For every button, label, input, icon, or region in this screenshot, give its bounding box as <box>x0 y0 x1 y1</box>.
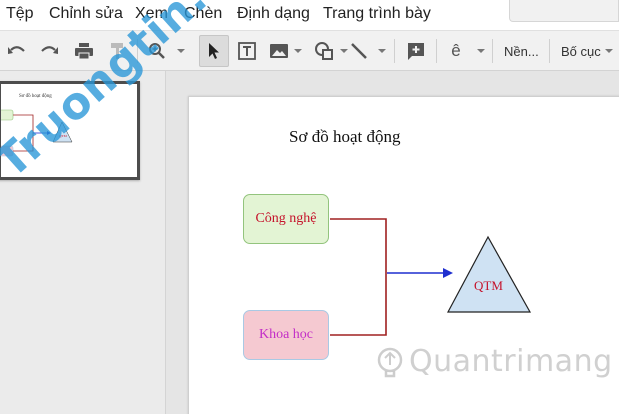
line-icon <box>351 43 367 59</box>
text-box-icon <box>238 42 256 60</box>
undo-icon <box>8 46 25 54</box>
box-science[interactable]: Khoa học <box>243 310 329 360</box>
menu-slide[interactable]: Trang trình bày <box>323 5 431 23</box>
shape-icon <box>315 42 333 60</box>
arrow-head <box>443 268 453 278</box>
box-science-label: Khoa học <box>258 327 314 342</box>
image-icon <box>270 44 288 58</box>
select-cursor-icon <box>209 43 219 59</box>
toolbar-divider <box>394 39 395 63</box>
add-comment-button[interactable] <box>403 37 429 65</box>
layout-dropdown-caret[interactable] <box>605 49 613 53</box>
text-box-button[interactable] <box>234 37 260 65</box>
triangle-label: QTM <box>474 278 503 293</box>
line-button[interactable] <box>346 37 372 65</box>
toolbar-divider <box>436 39 437 63</box>
menu-bar: Tệp Chỉnh sửa Xem Chèn Định dạng Trang t… <box>0 0 619 30</box>
box-technology[interactable]: Công nghệ <box>243 194 329 244</box>
menu-edit[interactable]: Chỉnh sửa <box>49 5 123 23</box>
slides-editor: Tệp Chỉnh sửa Xem Chèn Định dạng Trang t… <box>0 0 619 414</box>
input-tools-button[interactable]: ê <box>444 37 468 65</box>
toolbar-divider <box>492 39 493 63</box>
select-tool-button[interactable] <box>201 37 227 65</box>
connector-top[interactable] <box>330 218 387 273</box>
triangle-shape[interactable] <box>447 235 532 313</box>
redo-button[interactable] <box>36 37 62 65</box>
input-tools-dropdown-caret[interactable] <box>477 49 485 53</box>
connector-bottom[interactable] <box>330 273 387 336</box>
menu-file[interactable]: Tệp <box>6 5 34 23</box>
box-technology-label: Công nghệ <box>255 211 317 226</box>
share-button[interactable] <box>509 0 619 22</box>
redo-icon <box>41 46 58 54</box>
watermark-right-text: Quantrimang <box>409 344 613 379</box>
line-dropdown-caret[interactable] <box>378 49 386 53</box>
background-button[interactable]: Nền... <box>504 44 539 59</box>
add-comment-icon <box>408 43 424 60</box>
image-dropdown-caret[interactable] <box>294 49 302 53</box>
shape-button[interactable] <box>311 37 337 65</box>
menu-format[interactable]: Định dạng <box>237 5 310 23</box>
input-tools-icon: ê <box>451 41 461 60</box>
undo-button[interactable] <box>4 37 30 65</box>
image-button[interactable] <box>266 37 292 65</box>
zoom-dropdown-caret[interactable] <box>177 49 185 53</box>
layout-button[interactable]: Bố cục <box>561 44 601 59</box>
toolbar-divider <box>549 39 550 63</box>
lightbulb-logo-icon <box>377 347 403 377</box>
watermark-right: Quantrimang <box>375 344 613 379</box>
